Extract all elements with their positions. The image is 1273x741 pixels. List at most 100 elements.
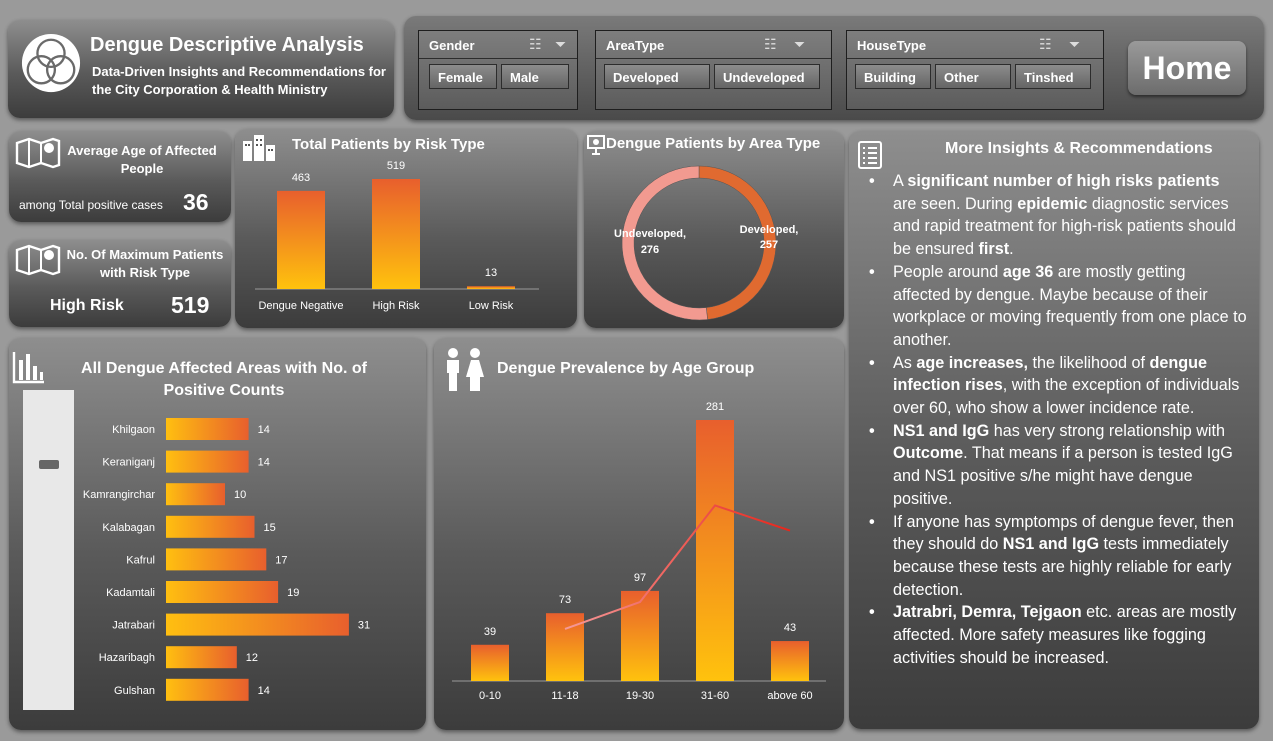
insight-item: If anyone has symptomps of dengue fever,…	[867, 511, 1247, 602]
insights-list: A significant number of high risks patie…	[867, 170, 1247, 669]
insights-title: More Insights & Recommendations	[945, 140, 1213, 157]
housetype-slicer: HouseType ☷ ⏷ Building Other Tinshed	[846, 30, 1104, 110]
risk-bar-chart: 463 Dengue Negative 519 High Risk 13 Low Risk	[255, 160, 539, 312]
age-chart-panel: Dengue Prevalence by Age Group 39 0-10 73 1…	[434, 338, 844, 730]
area-tick-label: Kadamtali	[106, 587, 155, 599]
area-data-label: 10	[234, 489, 246, 501]
area-bar	[166, 646, 237, 669]
risk-tick-label: Dengue Negative	[258, 300, 343, 312]
donut-label-developed: Developed,	[740, 224, 799, 236]
risk-data-label: 13	[485, 267, 497, 279]
age-bar	[621, 590, 659, 681]
map-icon	[15, 137, 61, 169]
dashboard-subtitle: Data-Driven Insights and Recommendations…	[92, 64, 386, 97]
area-data-label: 14	[258, 457, 270, 469]
venn-logo-icon	[21, 33, 81, 93]
age-tick-label: 11-18	[551, 690, 578, 702]
age-data-label: 43	[784, 622, 796, 634]
insight-emphasis: Outcome	[893, 444, 964, 463]
clear-filter-icon[interactable]: ⏷	[1069, 36, 1080, 53]
area-tick-label: Kamrangirchar	[83, 489, 155, 501]
area-data-label: 17	[275, 554, 287, 566]
kpi-max-patients: No. Of Maximum Patients with Risk Type H…	[9, 240, 231, 327]
area-tick-label: Jatrabari	[112, 620, 155, 632]
risk-type-chart-panel: Total Patients by Risk Type 463 Dengue Ne…	[235, 129, 577, 328]
kpi-average-age-caption: among Total positive cases	[19, 198, 163, 212]
areatype-slicer: AreaType ☷ ⏷ Developed Undeveloped	[595, 30, 832, 110]
area-bar	[166, 613, 349, 636]
header-panel: Dengue Descriptive Analysis Data-Driven …	[8, 20, 394, 118]
insight-item: NS1 and IgG has very strong relationship…	[867, 420, 1247, 511]
insight-emphasis: first	[978, 240, 1010, 259]
areas-chart-panel: All Dengue Affected Areas with No. of Po…	[9, 338, 426, 730]
kpi-average-age-title: Average Age of Affected People	[67, 143, 217, 176]
insight-emphasis: NS1 and IgG	[1002, 535, 1100, 554]
donut-value-developed: 257	[760, 239, 778, 251]
insight-emphasis: age increases,	[916, 353, 1028, 372]
risk-bar	[372, 179, 420, 289]
kpi-max-patients-title: No. Of Maximum Patients with Risk Type	[66, 247, 224, 280]
area-tick-label: Khilgaon	[112, 424, 155, 436]
multi-select-icon[interactable]: ☷	[1039, 36, 1052, 53]
age-bar-chart: 39 0-10 73 11-18 97 19-30 281 31-60 43 above 60	[452, 401, 826, 702]
areatype-slicer-label: AreaType	[606, 38, 665, 53]
donut-label-undeveloped: Undeveloped,	[614, 228, 686, 240]
gender-slicer: Gender ☷ ⏷ Female Male	[418, 30, 578, 110]
donut-value-undeveloped: 276	[641, 244, 659, 256]
area-tick-label: Gulshan	[114, 685, 155, 697]
age-data-label: 39	[484, 626, 496, 638]
insight-emphasis: age 36	[1002, 262, 1054, 281]
area-tick-label: Hazaribagh	[99, 652, 155, 664]
risk-tick-label: High Risk	[372, 300, 420, 312]
area-tick-label: Keraniganj	[102, 457, 155, 469]
clear-filter-icon[interactable]: ⏷	[555, 36, 566, 53]
area-bar	[166, 548, 267, 571]
home-button[interactable]: Home	[1128, 41, 1246, 95]
age-trend-line	[564, 504, 791, 630]
age-tick-label: 31-60	[701, 690, 729, 702]
slicer-bar: Gender ☷ ⏷ Female Male AreaType ☷ ⏷ Deve…	[404, 16, 1264, 120]
age-tick-label: 19-30	[626, 690, 654, 702]
area-tick-label: Kafrul	[126, 554, 155, 566]
kpi-max-patients-value: 519	[171, 292, 210, 318]
age-data-label: 97	[634, 572, 646, 584]
map-icon	[15, 244, 61, 276]
gender-option-female[interactable]: Female	[429, 64, 497, 89]
kpi-max-patients-label: High Risk	[50, 297, 124, 314]
gender-option-male[interactable]: Male	[501, 64, 569, 89]
areatype-option-developed[interactable]: Developed	[604, 64, 710, 89]
area-bar	[166, 483, 225, 506]
areas-bar-chart: Khilgaon 14 Keraniganj 14 Kamrangirchar 10 Kal…	[83, 418, 370, 701]
insight-emphasis: epidemic	[1017, 194, 1088, 213]
housetype-option-other[interactable]: Other	[935, 64, 1011, 89]
age-data-label: 281	[706, 401, 724, 413]
insight-item: People around age 36 are mostly getting …	[867, 261, 1247, 352]
donut-slice	[621, 165, 708, 321]
clear-filter-icon[interactable]: ⏷	[794, 36, 805, 53]
insight-item: A significant number of high risks patie…	[867, 170, 1247, 261]
age-tick-label: 0-10	[479, 690, 501, 702]
housetype-option-building[interactable]: Building	[855, 64, 931, 89]
area-bar	[166, 581, 279, 603]
multi-select-icon[interactable]: ☷	[764, 36, 777, 53]
kpi-average-age-value: 36	[183, 189, 209, 215]
housetype-slicer-label: HouseType	[857, 38, 927, 53]
insight-emphasis: Jatrabri, Demra, Tejgaon	[893, 603, 1082, 622]
housetype-option-tinshed[interactable]: Tinshed	[1015, 64, 1091, 89]
multi-select-icon[interactable]: ☷	[529, 36, 542, 53]
risk-data-label: 519	[387, 160, 405, 172]
area-data-label: 19	[287, 587, 299, 599]
area-bar	[166, 515, 255, 538]
checklist-icon	[858, 141, 882, 169]
age-bar	[696, 420, 734, 681]
area-type-donut-chart: Developed, 257 Undeveloped, 276	[614, 165, 799, 321]
area-data-label: 15	[264, 522, 276, 534]
insight-emphasis: NS1 and IgG	[893, 421, 990, 440]
areatype-option-undeveloped[interactable]: Undeveloped	[714, 64, 820, 89]
insight-emphasis: significant number of high risks patient…	[907, 172, 1220, 190]
gender-slicer-label: Gender	[429, 38, 475, 53]
risk-tick-label: Low Risk	[469, 300, 514, 312]
insight-item: Jatrabri, Demra, Tejgaon etc. areas are …	[867, 601, 1247, 669]
area-bar	[166, 418, 249, 440]
age-bar	[771, 641, 809, 681]
